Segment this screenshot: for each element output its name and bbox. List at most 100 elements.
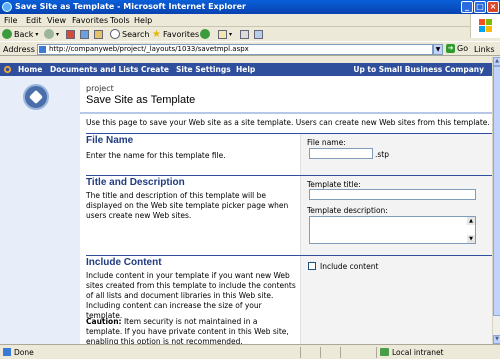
scroll-up-button[interactable]: ▲ <box>493 57 500 66</box>
template-title-input[interactable] <box>309 189 476 200</box>
page-done-icon <box>3 348 11 356</box>
refresh-icon <box>80 29 89 39</box>
forward-button[interactable]: ▾ <box>44 28 59 40</box>
stop-icon <box>66 29 75 39</box>
include-content-heading: Include Content <box>86 257 162 268</box>
file-extension-label: .stp <box>375 150 389 159</box>
edit-icon <box>254 29 263 39</box>
forward-arrow-icon <box>44 29 54 39</box>
status-text: Done <box>14 348 34 357</box>
menu-help[interactable]: Help <box>134 16 152 25</box>
include-content-field-panel: Include content <box>300 256 492 344</box>
nav-create[interactable]: Create <box>141 65 169 74</box>
status-divider <box>340 347 341 358</box>
window-title-bar: Save Site as Template - Microsoft Intern… <box>0 0 500 14</box>
back-arrow-icon <box>2 29 12 39</box>
intranet-zone-icon <box>380 348 389 356</box>
address-input[interactable]: http://companyweb/project/_layouts/1033/… <box>37 44 433 55</box>
caution-text: Caution: Item security is not maintained… <box>86 317 296 347</box>
status-bar: Done Local intranet <box>0 344 500 359</box>
search-button[interactable]: Search <box>110 28 149 40</box>
nav-up-link[interactable]: Up to Small Business Company <box>353 65 484 74</box>
title-divider <box>80 112 492 114</box>
nav-home[interactable]: Home <box>18 65 42 74</box>
textarea-scroll-up-button[interactable]: ▲ <box>467 217 475 225</box>
star-icon: ★ <box>152 28 161 40</box>
go-arrow-icon: ➔ <box>446 44 455 53</box>
status-divider <box>376 347 377 358</box>
page-title: Save Site as Template <box>86 94 196 106</box>
menu-tools[interactable]: Tools <box>110 16 130 25</box>
mail-button[interactable]: ▾ <box>218 28 232 40</box>
chevron-down-icon: ▾ <box>229 30 233 38</box>
sharepoint-logo-icon <box>3 65 12 74</box>
menu-file[interactable]: File <box>4 16 17 25</box>
template-description-textarea[interactable]: ▲ ▼ <box>309 216 476 244</box>
search-label: Search <box>122 29 150 39</box>
include-content-label: Include content <box>320 262 379 271</box>
page-icon <box>39 46 46 53</box>
edit-button[interactable] <box>254 28 263 40</box>
page-content: project Save Site as Template Use this p… <box>0 76 492 347</box>
site-logo-icon <box>23 84 49 110</box>
address-bar: Address http://companyweb/project/_layou… <box>0 41 500 56</box>
scroll-thumb[interactable] <box>493 66 500 316</box>
print-icon <box>240 29 249 39</box>
go-button[interactable]: ➔ Go <box>446 44 468 53</box>
back-label: Back <box>14 29 34 39</box>
vertical-scrollbar[interactable]: ▲ ▼ <box>492 57 500 344</box>
toolbar: Back ▾ ▾ Search ★ Favorites ▾ <box>0 27 470 41</box>
nav-help[interactable]: Help <box>236 65 255 74</box>
menu-bar: File Edit View Favorites Tools Help <box>0 14 500 27</box>
left-panel <box>0 76 80 344</box>
address-label: Address <box>3 45 35 54</box>
status-divider <box>320 347 321 358</box>
caution-label: Caution: <box>86 317 122 326</box>
nav-site-settings[interactable]: Site Settings <box>176 65 231 74</box>
security-zone-label: Local intranet <box>392 348 444 357</box>
mail-icon <box>218 29 227 39</box>
favorites-label: Favorites <box>162 29 200 39</box>
menu-edit[interactable]: Edit <box>26 16 42 25</box>
windows-logo-icon <box>470 14 500 38</box>
refresh-button[interactable] <box>80 28 89 40</box>
address-url: http://companyweb/project/_layouts/1033/… <box>49 45 249 53</box>
home-icon <box>94 29 103 39</box>
history-button[interactable] <box>200 28 210 40</box>
template-description-label: Template description: <box>307 206 388 215</box>
include-content-checkbox[interactable] <box>308 262 316 270</box>
template-title-label: Template title: <box>307 180 361 189</box>
status-divider <box>300 347 301 358</box>
scroll-down-button[interactable]: ▼ <box>493 335 500 344</box>
breadcrumb[interactable]: project <box>86 84 114 93</box>
file-name-label: File name: <box>307 138 346 147</box>
menu-view[interactable]: View <box>47 16 66 25</box>
intro-text: Use this page to save your Web site as a… <box>86 118 490 127</box>
close-button[interactable]: × <box>487 1 499 13</box>
print-button[interactable] <box>240 28 249 40</box>
file-name-description: Enter the name for this template file. <box>86 151 226 160</box>
sharepoint-nav-bar: Home Documents and Lists Create Site Set… <box>0 63 492 76</box>
back-button[interactable]: Back ▾ <box>2 28 38 40</box>
file-name-input[interactable] <box>309 148 373 159</box>
title-description-text: The title and description of this templa… <box>86 191 289 220</box>
search-icon <box>110 29 120 39</box>
menu-favorites[interactable]: Favorites <box>72 16 108 25</box>
go-label: Go <box>457 44 469 53</box>
minimize-button[interactable]: _ <box>461 1 473 13</box>
stop-button[interactable] <box>66 28 75 40</box>
history-icon <box>200 29 210 39</box>
address-dropdown-button[interactable]: ▼ <box>433 44 443 55</box>
favorites-button[interactable]: ★ Favorites <box>152 28 199 40</box>
file-name-field-panel: File name: .stp <box>300 134 492 175</box>
include-content-section: Include Content Include content in your … <box>80 255 492 347</box>
textarea-scroll-down-button[interactable]: ▼ <box>467 235 475 243</box>
file-name-heading: File Name <box>86 135 134 146</box>
nav-documents-and-lists[interactable]: Documents and Lists <box>50 65 138 74</box>
home-button[interactable] <box>94 28 103 40</box>
internet-explorer-icon <box>2 2 12 12</box>
chevron-down-icon: ▾ <box>56 30 60 38</box>
links-button[interactable]: Links <box>474 45 495 54</box>
file-name-section: File Name Enter the name for this templa… <box>80 133 492 175</box>
maximize-button[interactable]: □ <box>474 1 486 13</box>
